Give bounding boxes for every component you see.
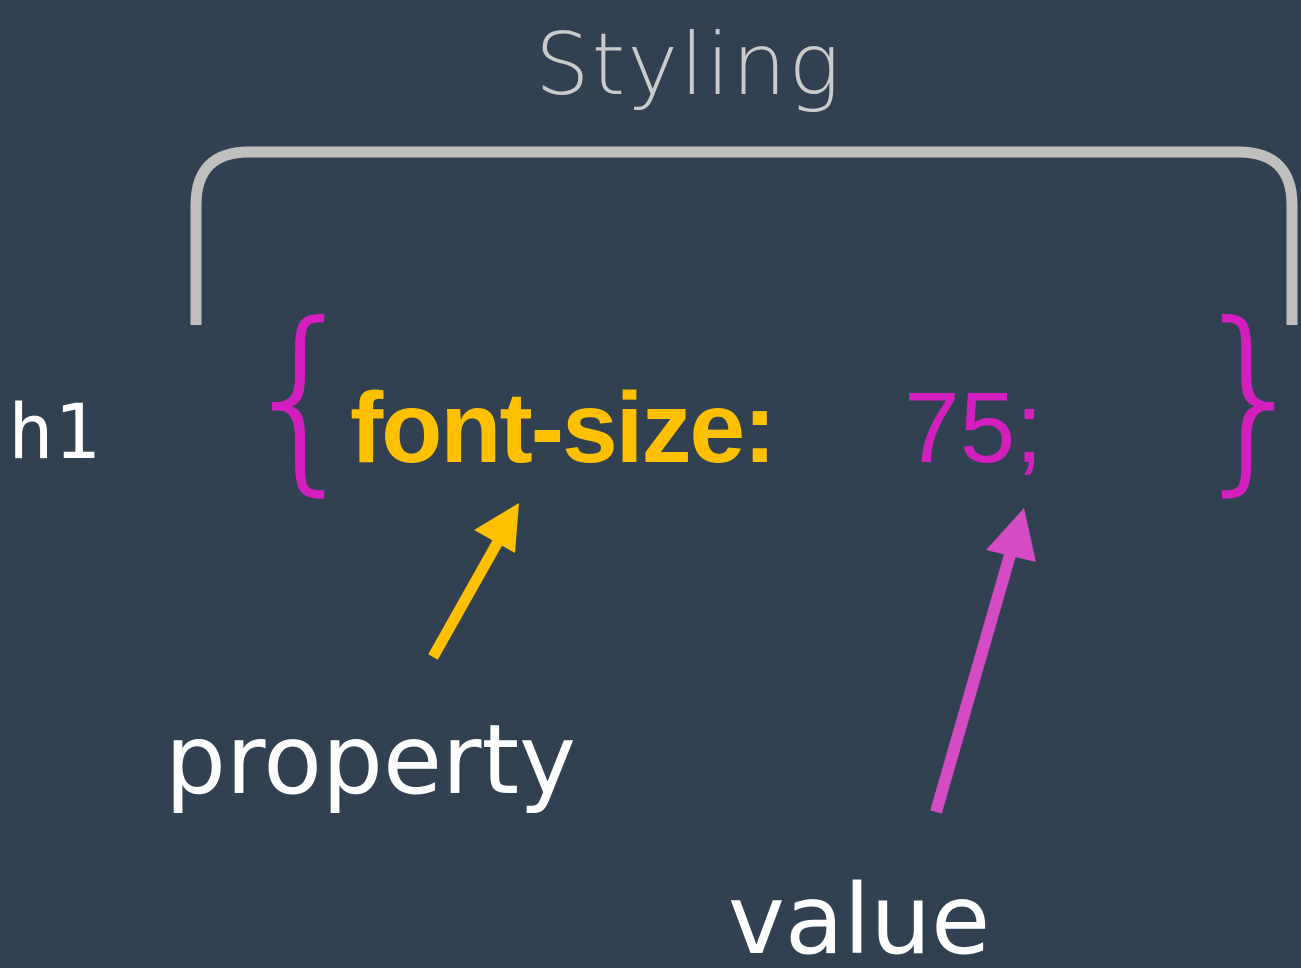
close-brace: }: [1188, 298, 1301, 498]
value-label: value: [728, 864, 991, 968]
property-label: property: [165, 704, 576, 816]
property-arrow: [428, 503, 519, 660]
styling-diagram: Styling h1 { font-size: 75; } property v…: [0, 0, 1301, 968]
css-value: 75;: [904, 372, 1044, 484]
open-brace: {: [238, 281, 366, 514]
css-property: font-size:: [350, 372, 776, 484]
value-arrow: [930, 508, 1036, 814]
css-selector: h1: [8, 387, 100, 476]
